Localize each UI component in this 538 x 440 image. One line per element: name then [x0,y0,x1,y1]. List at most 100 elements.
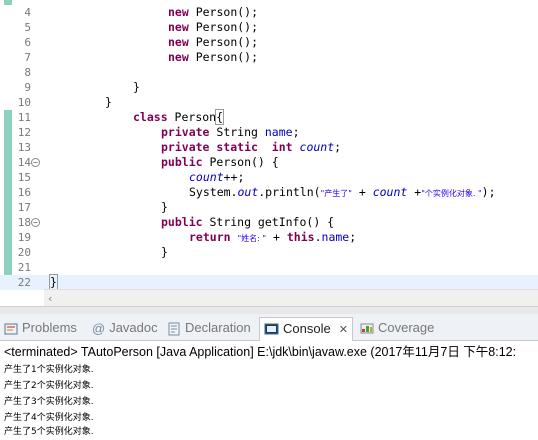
code-token: Person(); [188,35,259,49]
class-name: Person [167,110,217,124]
keyword: new [168,35,189,49]
code-line: 14 − public Person() { [0,155,538,170]
code-token: System. [189,185,238,199]
tab-declaration[interactable]: Declaration [168,318,251,338]
tab-label: Console [283,321,331,336]
line-number: 17 [17,201,31,214]
code-token: ; [334,140,342,154]
code-line: 10 } [0,95,538,110]
keyword: private static [161,140,258,154]
code-token: Person(); [188,50,259,64]
keyword: new [168,5,189,19]
code-text: System.out.println("产生了" + count +"个实例化对… [189,185,496,201]
keyword: public [161,215,203,229]
field-name: name [321,230,350,244]
code-token: Person(); [188,20,259,34]
bottom-panel-tabs: Problems @ Javadoc Declaration Console ✕ C… [0,314,538,341]
code-line: 9 } [0,80,538,95]
code-token: . [314,230,322,244]
console-output-line: 产生了3个实例化对象. [4,397,94,407]
line-number: 13 [17,141,31,154]
tab-coverage[interactable]: Coverage [360,318,434,338]
code-line: 7 new Person(); [0,50,538,65]
static-field-name: count [189,170,224,184]
code-text: } [161,245,168,259]
code-token: ; [292,125,300,139]
code-text: class Person{ [133,109,225,125]
code-line: 21 [0,260,538,275]
code-line: 16 System.out.println("产生了" + count +"个实… [0,185,538,200]
code-line: 17 } [0,200,538,215]
line-number: 12 [17,126,31,139]
keyword: class [133,110,168,124]
line-number: 19 [17,231,31,244]
tab-console[interactable]: Console ✕ [259,317,353,341]
matching-brace: { [215,109,225,125]
keyword: private [161,125,210,139]
field-name: name [264,125,293,139]
code-text: private String name; [161,125,300,140]
keyword: int [271,140,293,154]
current-line: 22 } [0,274,538,291]
fold-toggle-icon[interactable]: − [31,158,40,167]
tab-label: Problems [22,320,77,335]
code-editor[interactable]: 4 new Person(); 5 new Person(); 6 new Pe… [0,0,538,306]
code-line: 6 new Person(); [0,35,538,50]
keyword: new [168,50,189,64]
line-number: 20 [17,246,31,259]
tab-javadoc[interactable]: @ Javadoc [92,318,158,338]
scroll-left-icon[interactable]: ‹ [48,292,52,305]
string-literal: "个实例化对象. " [421,189,482,198]
console-output-line: 产生了5个实例化对象. [4,427,94,437]
static-field-name: count [299,140,335,154]
tab-label: Coverage [378,320,435,335]
code-token: String [209,125,265,139]
static-field-name: count [372,185,408,199]
fold-toggle-icon[interactable]: − [31,218,40,227]
console-icon [264,323,279,335]
code-token: + [266,230,287,244]
code-token: + [351,185,373,199]
code-line: 11 class Person{ [0,109,538,125]
declaration-icon [168,322,180,336]
code-text: new Person(); [168,35,258,50]
horizontal-scrollbar[interactable]: ‹ [44,289,538,306]
code-line: 18 − public String getInfo() { [0,215,538,230]
line-number: 9 [24,81,31,94]
code-token: ; [349,230,357,244]
console-view[interactable]: <terminated> TAutoPerson [Java Applicati… [0,341,538,439]
coverage-icon [360,323,374,334]
code-token: ++; [223,170,245,184]
tab-label: Javadoc [109,320,158,335]
code-token: .println( [258,185,321,199]
line-number: 6 [24,36,31,49]
problems-icon [4,322,18,335]
code-token: String getInfo() { [202,215,335,229]
line-number: 21 [17,261,31,274]
code-text: new Person(); [168,50,258,65]
line-number: 14 [17,156,31,169]
code-text: return "姓名: " + this.name; [189,230,356,246]
string-literal: "产生了" [320,189,352,198]
tab-problems[interactable]: Problems [4,318,77,338]
code-text: } [133,80,140,94]
at-icon: @ [92,320,106,336]
line-number: 18 [17,216,31,229]
line-number: 4 [24,6,31,19]
code-token: ); [481,185,496,199]
code-token: Person() { [202,155,279,169]
static-field-name: out [237,185,259,199]
code-line: 20 } [0,245,538,260]
line-number: 22 [17,276,31,289]
code-line: 8 [0,65,538,80]
code-line: 13 private static int count; [0,140,538,155]
line-number: 15 [17,171,31,184]
close-icon[interactable]: ✕ [339,324,348,336]
keyword: new [168,20,189,34]
code-text: new Person(); [168,5,258,20]
code-text: } [161,200,168,214]
code-token: Person(); [188,5,259,19]
keyword: return [189,230,231,244]
